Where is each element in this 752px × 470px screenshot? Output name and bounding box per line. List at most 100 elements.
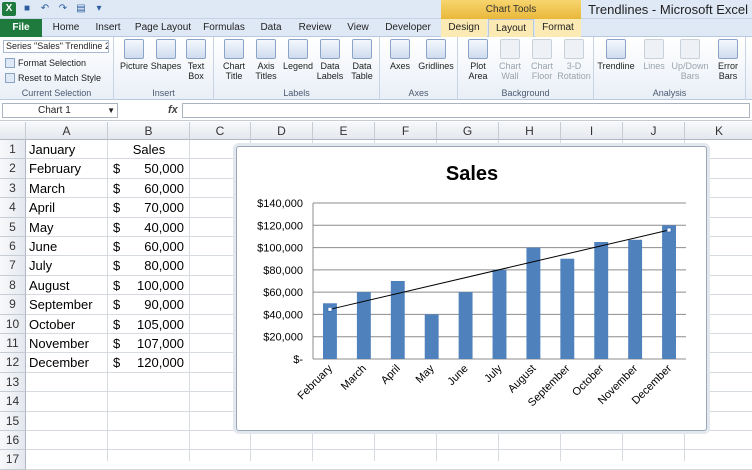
- column-header-k[interactable]: K: [685, 122, 752, 140]
- cell-sales-value[interactable]: 70,000: [108, 198, 184, 217]
- column-header-g[interactable]: G: [437, 122, 499, 140]
- cell-month[interactable]: August: [29, 276, 69, 295]
- column-header-a[interactable]: A: [26, 122, 108, 140]
- chart-element-selector[interactable]: Series "Sales" Trendline 2: [3, 40, 109, 53]
- row-header-10[interactable]: 10: [0, 314, 26, 334]
- y-tick-label: $60,000: [263, 287, 303, 299]
- shapes-button[interactable]: Shapes: [148, 39, 184, 83]
- row-header-4[interactable]: 4: [0, 198, 26, 218]
- print-preview-icon[interactable]: ▤: [74, 2, 88, 16]
- tab-design[interactable]: Design: [441, 19, 487, 37]
- cell-month[interactable]: October: [29, 315, 75, 334]
- column-header-d[interactable]: D: [251, 122, 313, 140]
- lines-button[interactable]: Lines: [636, 39, 672, 83]
- cell-a1[interactable]: January: [29, 140, 75, 159]
- cell-sales-value[interactable]: 120,000: [108, 353, 184, 372]
- cell-sales-value[interactable]: 80,000: [108, 256, 184, 275]
- trendline-button[interactable]: Trendline: [596, 39, 636, 83]
- column-header-j[interactable]: J: [623, 122, 685, 140]
- cell-sales-value[interactable]: 107,000: [108, 334, 184, 353]
- tab-insert[interactable]: Insert: [88, 19, 128, 37]
- row-header-8[interactable]: 8: [0, 275, 26, 296]
- error-bars-button[interactable]: Error Bars: [710, 39, 746, 83]
- cell-month[interactable]: November: [29, 334, 89, 353]
- redo-icon[interactable]: ↷: [56, 2, 70, 16]
- cell-sales-value[interactable]: 40,000: [108, 218, 184, 237]
- 3d-rotation-button[interactable]: 3-D Rotation: [556, 39, 592, 83]
- column-header-f[interactable]: F: [375, 122, 437, 140]
- tab-home[interactable]: Home: [44, 19, 88, 37]
- row-header-13[interactable]: 13: [0, 372, 26, 393]
- cell-month[interactable]: July: [29, 256, 52, 275]
- tab-view[interactable]: View: [340, 19, 376, 37]
- row-header-7[interactable]: 7: [0, 256, 26, 276]
- up-down-bars-button[interactable]: Up/Down Bars: [670, 39, 710, 83]
- axis-titles-button[interactable]: Axis Titles: [248, 39, 284, 83]
- tab-review[interactable]: Review: [292, 19, 338, 37]
- axes-button[interactable]: Axes: [382, 39, 418, 83]
- column-header-c[interactable]: C: [190, 122, 251, 140]
- row-header-17[interactable]: 17: [0, 450, 26, 470]
- row-header-2[interactable]: 2: [0, 159, 26, 179]
- tab-data[interactable]: Data: [252, 19, 290, 37]
- group-analysis: Trendline Lines Up/Down Bars Error Bars …: [594, 37, 746, 100]
- cell-sales-value[interactable]: 105,000: [108, 315, 184, 334]
- chevron-down-icon[interactable]: ▼: [107, 104, 115, 117]
- column-header-i[interactable]: I: [561, 122, 623, 140]
- reset-to-match-style-button[interactable]: Reset to Match Style: [5, 72, 101, 84]
- chart-floor-button[interactable]: Chart Floor: [524, 39, 560, 83]
- tab-format[interactable]: Format: [535, 19, 581, 37]
- cell-sales-value[interactable]: 90,000: [108, 295, 184, 314]
- data-labels-button[interactable]: Data Labels: [312, 39, 348, 83]
- row-header-14[interactable]: 14: [0, 392, 26, 412]
- format-selection-button[interactable]: Format Selection: [5, 57, 86, 69]
- chart-title-button[interactable]: Chart Title: [216, 39, 252, 83]
- gridlines-button[interactable]: Gridlines: [418, 39, 454, 83]
- row-header-5[interactable]: 5: [0, 217, 26, 237]
- row-header-12[interactable]: 12: [0, 353, 26, 373]
- cell-month[interactable]: May: [29, 218, 54, 237]
- cell-sales-value[interactable]: 60,000: [108, 179, 184, 198]
- picture-button[interactable]: Picture: [116, 39, 152, 83]
- row-header-11[interactable]: 11: [0, 334, 26, 354]
- cell-month[interactable]: June: [29, 237, 57, 256]
- group-current-selection: Series "Sales" Trendline 2 Format Select…: [0, 37, 114, 100]
- cell-month[interactable]: December: [29, 353, 89, 372]
- column-header-e[interactable]: E: [313, 122, 375, 140]
- chart-wall-button[interactable]: Chart Wall: [492, 39, 528, 83]
- row-header-1[interactable]: 1: [0, 140, 26, 160]
- name-box[interactable]: Chart 1 ▼: [2, 103, 118, 118]
- tab-file[interactable]: File: [0, 19, 42, 37]
- tab-formulas[interactable]: Formulas: [198, 19, 250, 37]
- row-header-6[interactable]: 6: [0, 237, 26, 257]
- row-header-16[interactable]: 16: [0, 431, 26, 451]
- formula-input[interactable]: [182, 103, 750, 118]
- text-box-button[interactable]: Text Box: [180, 39, 212, 83]
- cell-month[interactable]: September: [29, 295, 93, 314]
- legend-button[interactable]: Legend: [280, 39, 316, 83]
- tab-page-layout[interactable]: Page Layout: [130, 19, 196, 37]
- tab-developer[interactable]: Developer: [380, 19, 436, 37]
- plot-area-button[interactable]: Plot Area: [460, 39, 496, 83]
- data-table-button[interactable]: Data Table: [344, 39, 380, 83]
- undo-icon[interactable]: ↶: [38, 2, 52, 16]
- save-icon[interactable]: ■: [20, 2, 34, 16]
- column-header-b[interactable]: B: [108, 122, 190, 140]
- cell-sales-value[interactable]: 100,000: [108, 276, 184, 295]
- cell-month[interactable]: April: [29, 198, 55, 217]
- select-all-corner[interactable]: [0, 122, 26, 140]
- fx-icon[interactable]: fx: [168, 104, 178, 116]
- row-header-3[interactable]: 3: [0, 178, 26, 199]
- row-header-15[interactable]: 15: [0, 411, 26, 431]
- cell-b1[interactable]: Sales: [108, 140, 190, 159]
- chart-object[interactable]: Sales $- $20,000 $40,000 $60,000 $80,000 $100,…: [236, 146, 707, 431]
- tab-layout[interactable]: Layout: [488, 19, 534, 38]
- cell-month[interactable]: March: [29, 179, 65, 198]
- cell-sales-value[interactable]: 50,000: [108, 159, 184, 178]
- axis-titles-label: Axis Titles: [255, 61, 277, 81]
- cell-sales-value[interactable]: 60,000: [108, 237, 184, 256]
- customize-qat-icon[interactable]: ▾: [92, 2, 106, 16]
- column-header-h[interactable]: H: [499, 122, 561, 140]
- cell-month[interactable]: February: [29, 159, 81, 178]
- row-header-9[interactable]: 9: [0, 295, 26, 315]
